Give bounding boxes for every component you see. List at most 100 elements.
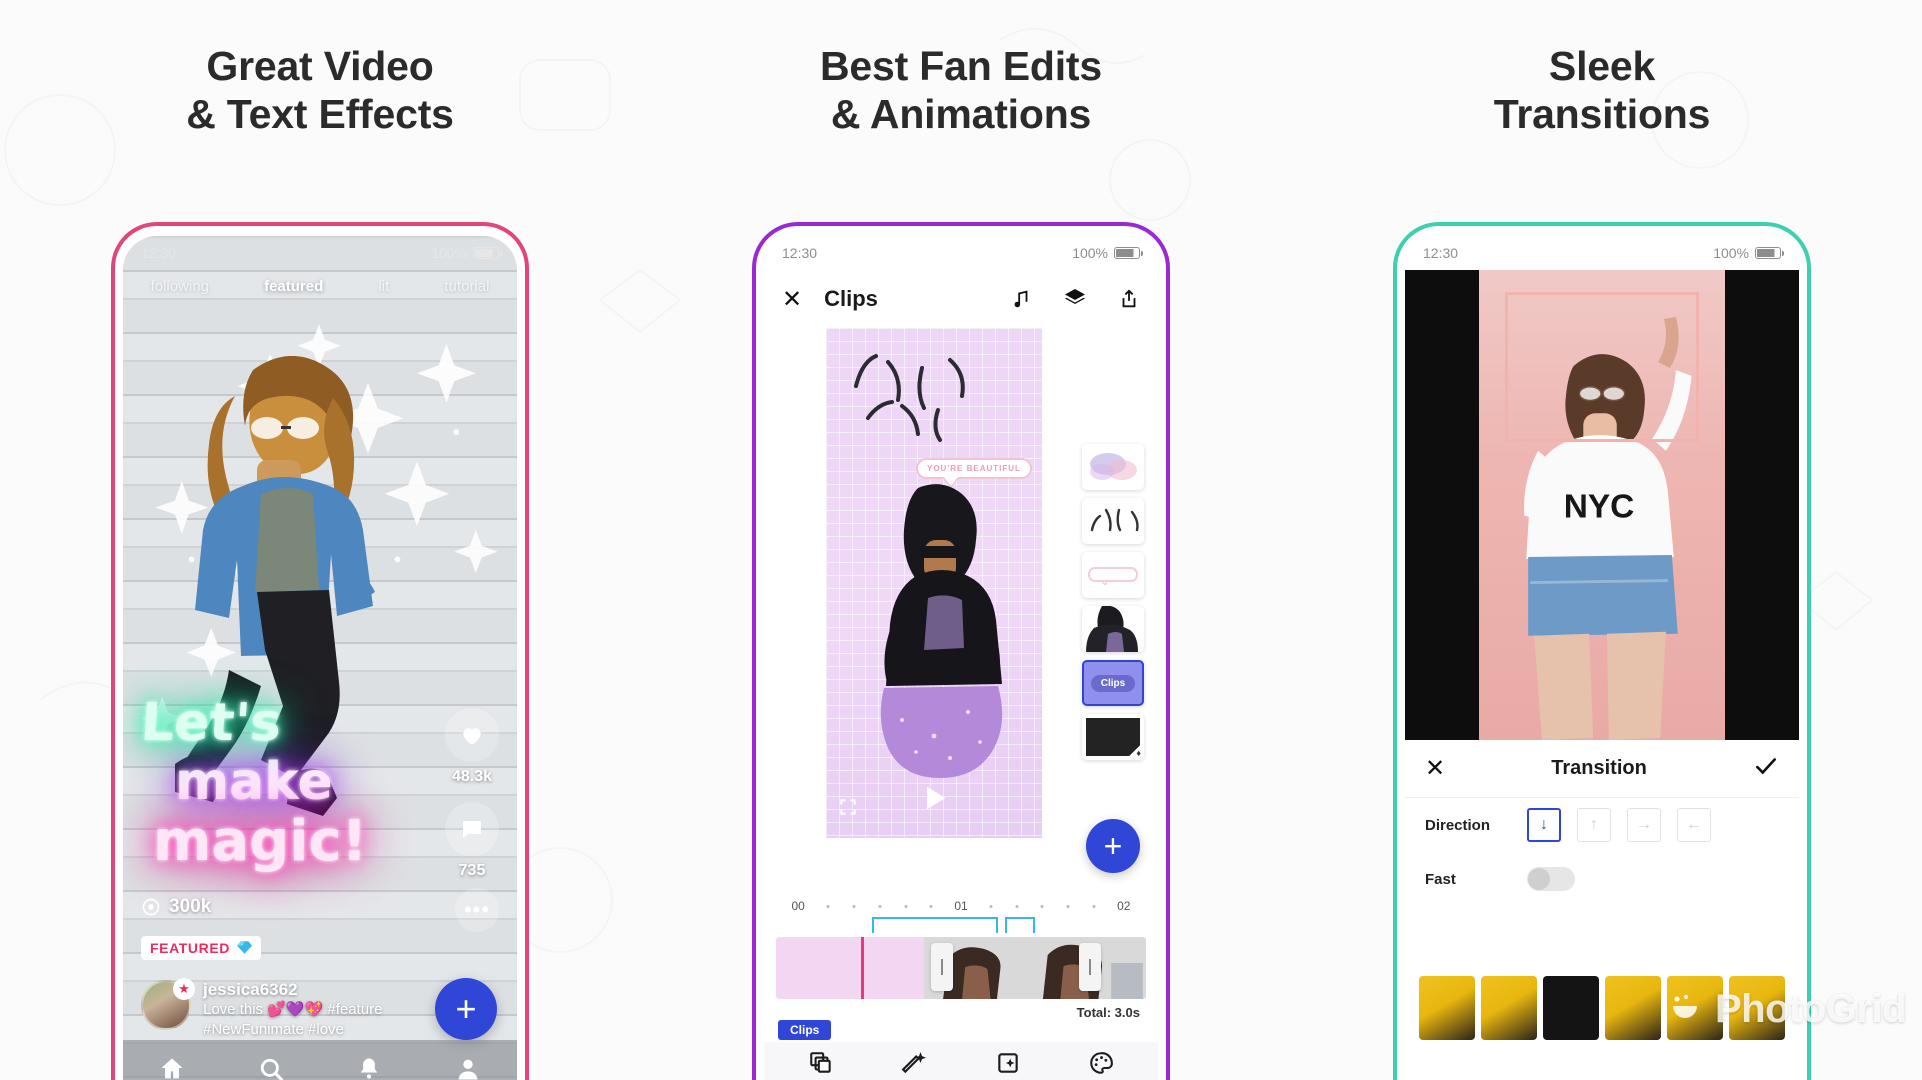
author-name[interactable]: jessica6362 bbox=[203, 980, 382, 1000]
feed-tab-tutorial[interactable]: tutorial bbox=[444, 278, 489, 295]
close-icon[interactable]: ✕ bbox=[1425, 754, 1445, 783]
clip-thumbnail-strip[interactable] bbox=[1405, 906, 1799, 1080]
film-thumb[interactable] bbox=[1605, 976, 1661, 1040]
headline-line-1: Great Video bbox=[206, 43, 434, 89]
layer-thumb-brush-strokes[interactable] bbox=[1082, 498, 1144, 544]
fast-toggle[interactable] bbox=[1527, 867, 1575, 891]
timeline-ruler: 00 01 02 bbox=[776, 895, 1146, 917]
comment-button[interactable] bbox=[445, 802, 499, 856]
layer-thumb-background[interactable]: ♦ bbox=[1082, 714, 1144, 760]
trim-handle-right[interactable] bbox=[1079, 943, 1102, 991]
neon-line-3: magic! bbox=[153, 808, 368, 874]
layer-thumb-glitter[interactable] bbox=[1082, 444, 1144, 490]
view-count-row: 300k bbox=[141, 896, 499, 918]
avatar[interactable]: ★ bbox=[141, 977, 195, 1030]
direction-down-button[interactable]: ↓ bbox=[1527, 808, 1561, 842]
direction-right-button[interactable]: → bbox=[1627, 808, 1661, 842]
home-icon[interactable] bbox=[158, 1055, 186, 1080]
trim-handle-left[interactable] bbox=[931, 943, 954, 991]
eye-icon bbox=[142, 898, 160, 915]
feed-info-block: 300k FEATURED ★ jessica6362 Love this 💕💜… bbox=[123, 896, 517, 1040]
bell-icon[interactable] bbox=[355, 1055, 383, 1080]
verified-star-icon: ★ bbox=[173, 977, 195, 1000]
app-screenshot: Great Video & Text Effects following fea… bbox=[0, 0, 1922, 1080]
tool-filter[interactable]: Filter bbox=[961, 1050, 1055, 1080]
panel-3-headline: Sleek Transitions bbox=[1282, 42, 1922, 139]
profile-icon[interactable] bbox=[454, 1055, 482, 1080]
palette-icon bbox=[1090, 1052, 1114, 1074]
editor-title: Clips bbox=[824, 286, 878, 311]
status-time: 12:30 bbox=[1423, 245, 1459, 261]
direction-left-button[interactable]: ← bbox=[1677, 808, 1711, 842]
status-right: 100% bbox=[431, 245, 502, 261]
like-button[interactable] bbox=[445, 708, 499, 762]
layer-thumb-clips-text[interactable]: Clips bbox=[1082, 660, 1144, 706]
create-button[interactable]: + bbox=[435, 978, 497, 1040]
film-thumb[interactable] bbox=[1419, 976, 1475, 1040]
ruler-label-1: 01 bbox=[954, 899, 968, 913]
layer-chip-label: Clips bbox=[1090, 674, 1136, 692]
confirm-check-icon[interactable] bbox=[1753, 753, 1779, 784]
tool-effect-mix[interactable]: Effect Mix bbox=[868, 1050, 962, 1080]
feed-tab-lit[interactable]: lit bbox=[378, 278, 389, 295]
tool-animate[interactable]: Animate bbox=[774, 1050, 868, 1080]
phone-mockup-transition: 12:30 100% NYC ✕ Transition Direction ↓ … bbox=[1393, 222, 1811, 1080]
panel-fan-edits: Best Fan Edits & Animations 12:30 100% ✕ bbox=[641, 0, 1281, 1080]
fast-row: Fast bbox=[1405, 852, 1799, 906]
battery-icon bbox=[473, 247, 502, 259]
transition-title: Transition bbox=[1551, 757, 1647, 779]
film-thumb[interactable] bbox=[1481, 976, 1537, 1040]
add-layer-button[interactable]: + bbox=[1086, 819, 1140, 873]
play-icon[interactable] bbox=[917, 781, 951, 820]
layer-thumb-speech-bubble[interactable] bbox=[1082, 552, 1144, 598]
like-count: 48.3k bbox=[451, 768, 493, 785]
timeline: 00 01 02 Total: 3.0s bbox=[764, 895, 1158, 1020]
diamond-icon bbox=[236, 941, 252, 954]
battery-icon bbox=[1755, 247, 1784, 259]
music-note-icon[interactable] bbox=[1010, 287, 1032, 311]
clip-segment-photos[interactable] bbox=[924, 937, 1146, 999]
speech-bubble: YOU'RE BEAUTIFUL bbox=[916, 458, 1032, 479]
fast-label: Fast bbox=[1425, 870, 1456, 888]
status-right: 100% bbox=[1072, 245, 1143, 261]
feed-tab-bar[interactable]: following featured lit tutorial bbox=[123, 278, 517, 295]
feed-tab-featured[interactable]: featured bbox=[264, 278, 323, 295]
film-thumb[interactable] bbox=[1543, 976, 1599, 1040]
film-thumb[interactable] bbox=[1667, 976, 1723, 1040]
direction-row: Direction ↓ ↑ → ← bbox=[1405, 798, 1799, 852]
layers-icon[interactable] bbox=[1062, 287, 1088, 311]
water-drop-icon: ♦ bbox=[1136, 748, 1141, 758]
status-bar-2: 12:30 100% bbox=[764, 236, 1158, 270]
canvas-subject-cutout bbox=[880, 484, 1003, 778]
video-preview-stage[interactable]: NYC bbox=[1405, 270, 1799, 740]
featured-label: FEATURED bbox=[150, 939, 230, 956]
panel-1-headline: Great Video & Text Effects bbox=[0, 42, 640, 139]
direction-up-button[interactable]: ↑ bbox=[1577, 808, 1611, 842]
video-preview-content: NYC bbox=[1479, 270, 1725, 740]
share-icon[interactable] bbox=[1118, 287, 1140, 311]
editing-canvas[interactable]: YOU'RE BEAUTIFUL bbox=[826, 328, 1042, 838]
tool-color[interactable]: Color bbox=[1055, 1050, 1149, 1080]
phone-1-screen: following featured lit tutorial Let's ma… bbox=[123, 236, 517, 1080]
status-right: 100% bbox=[1713, 245, 1784, 261]
status-bar-3: 12:30 100% bbox=[1405, 236, 1799, 270]
playhead[interactable] bbox=[861, 937, 864, 999]
status-bar-1: 12:30 100% bbox=[123, 236, 517, 270]
close-icon[interactable]: ✕ bbox=[782, 285, 802, 314]
neon-line-2: make bbox=[175, 751, 333, 812]
total-duration: Total: 3.0s bbox=[1076, 1005, 1140, 1020]
animate-icon bbox=[809, 1052, 831, 1073]
phone-mockup-editor: 12:30 100% ✕ Clips YOU'RE BEAUTIFUL Clip… bbox=[752, 222, 1170, 1080]
search-icon[interactable] bbox=[257, 1055, 285, 1080]
film-thumb[interactable] bbox=[1729, 976, 1785, 1040]
headline-line-2: & Text Effects bbox=[186, 91, 454, 138]
clip-segment-empty[interactable] bbox=[776, 937, 924, 999]
ruler-label-0: 00 bbox=[791, 899, 805, 913]
trim-range-bracket[interactable] bbox=[776, 917, 1146, 935]
fullscreen-icon[interactable] bbox=[838, 797, 858, 822]
clip-strip[interactable] bbox=[776, 937, 1146, 999]
editor-header: ✕ Clips bbox=[764, 270, 1158, 328]
headline-line-2: Transitions bbox=[1493, 91, 1711, 138]
feed-tab-following[interactable]: following bbox=[151, 278, 209, 295]
layer-thumb-person-cutout[interactable] bbox=[1082, 606, 1144, 652]
